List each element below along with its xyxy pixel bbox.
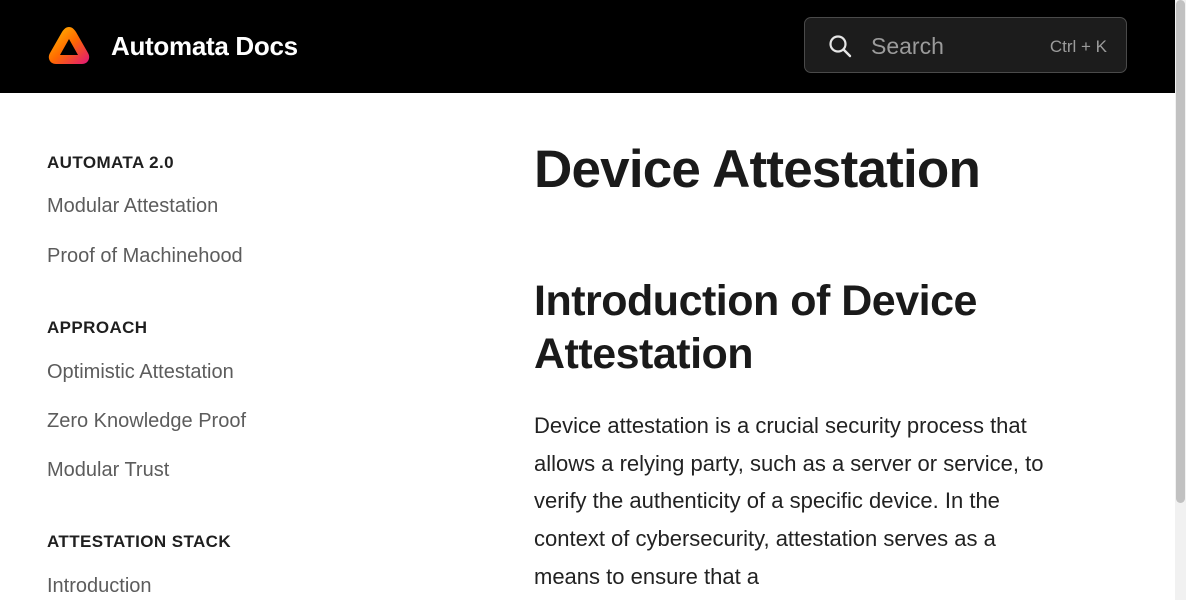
sidebar-item-modular-trust[interactable]: Modular Trust	[47, 458, 169, 482]
page-scrollbar[interactable]	[1175, 0, 1186, 600]
intro-paragraph: Device attestation is a crucial security…	[534, 413, 1044, 589]
main-content: Device Attestation Introduction of Devic…	[534, 93, 1094, 600]
sidebar-item-proof-of-machinehood[interactable]: Proof of Machinehood	[47, 244, 243, 268]
sidebar-item-modular-attestation[interactable]: Modular Attestation	[47, 194, 218, 218]
sidebar: AUTOMATA 2.0 Modular Attestation Proof o…	[47, 93, 447, 600]
search-shortcut-hint: Ctrl + K	[1049, 37, 1107, 56]
brand-title[interactable]: Automata Docs	[111, 30, 298, 62]
automata-logo-icon[interactable]	[47, 25, 91, 66]
page-title: Device Attestation	[534, 140, 981, 199]
search-icon	[828, 34, 852, 58]
section-heading: Introduction of Device Attestation	[534, 277, 977, 378]
search-box[interactable]: Search Ctrl + K	[804, 17, 1127, 73]
top-navigation-bar: Automata Docs Search Ctrl + K	[0, 0, 1175, 93]
sidebar-heading-approach: APPROACH	[47, 318, 148, 337]
search-placeholder: Search	[871, 33, 944, 59]
sidebar-item-zero-knowledge-proof[interactable]: Zero Knowledge Proof	[47, 409, 246, 433]
sidebar-heading-attestation-stack: ATTESTATION STACK	[47, 532, 232, 551]
sidebar-item-introduction[interactable]: Introduction	[47, 574, 152, 598]
sidebar-heading-automata-2-0: AUTOMATA 2.0	[47, 153, 174, 172]
scrollbar-thumb[interactable]	[1176, 0, 1185, 503]
sidebar-item-optimistic-attestation[interactable]: Optimistic Attestation	[47, 360, 234, 384]
